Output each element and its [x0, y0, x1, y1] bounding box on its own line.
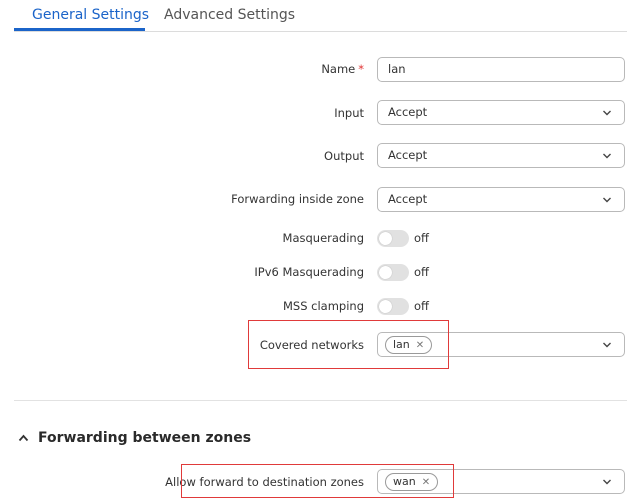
output-label: Output — [324, 149, 364, 163]
close-icon[interactable]: ✕ — [422, 477, 430, 488]
toggle-knob — [379, 300, 392, 313]
masquerading-state: off — [414, 231, 429, 245]
chip-label: wan — [393, 475, 416, 488]
input-select-value: Accept — [388, 105, 428, 119]
allow-forward-select[interactable]: wan ✕ — [377, 469, 625, 494]
name-label: Name * — [321, 62, 364, 76]
ipv6-masquerading-state: off — [414, 265, 429, 279]
section-divider — [14, 400, 627, 401]
name-input[interactable]: lan — [377, 57, 625, 82]
required-mark: * — [358, 62, 364, 76]
covered-networks-select[interactable]: lan ✕ — [377, 332, 625, 357]
name-label-text: Name — [321, 62, 356, 76]
chevron-down-icon — [603, 479, 611, 485]
toggle-knob — [379, 232, 392, 245]
toggle-knob — [379, 266, 392, 279]
tab-advanced-settings[interactable]: Advanced Settings — [164, 7, 295, 23]
masquerading-label: Masquerading — [282, 231, 364, 245]
chevron-down-icon — [603, 153, 611, 159]
input-select[interactable]: Accept — [377, 100, 625, 125]
masquerading-toggle[interactable] — [377, 230, 409, 247]
chevron-down-icon — [603, 197, 611, 203]
tab-bar: General Settings Advanced Settings — [14, 0, 627, 32]
chevron-down-icon — [603, 342, 611, 348]
forwarding-inside-zone-value: Accept — [388, 192, 428, 206]
mss-clamping-toggle[interactable] — [377, 298, 409, 315]
allow-forward-label: Allow forward to destination zones — [165, 475, 364, 489]
chevron-down-icon — [603, 110, 611, 116]
chevron-up-icon[interactable] — [18, 434, 29, 442]
output-select[interactable]: Accept — [377, 143, 625, 168]
name-input-value: lan — [388, 62, 406, 76]
network-chip: lan ✕ — [385, 336, 433, 354]
zone-chip: wan ✕ — [385, 473, 439, 491]
tab-general-settings[interactable]: General Settings — [32, 7, 149, 23]
close-icon[interactable]: ✕ — [416, 340, 424, 351]
output-select-value: Accept — [388, 148, 428, 162]
forwarding-section-title[interactable]: Forwarding between zones — [38, 430, 251, 446]
forwarding-inside-zone-select[interactable]: Accept — [377, 187, 625, 212]
covered-networks-label: Covered networks — [259, 338, 364, 352]
input-label: Input — [334, 106, 364, 120]
chip-label: lan — [393, 338, 410, 351]
ipv6-masquerading-label: IPv6 Masquerading — [254, 265, 364, 279]
ipv6-masquerading-toggle[interactable] — [377, 264, 409, 281]
mss-clamping-label: MSS clamping — [282, 299, 364, 313]
forwarding-inside-zone-label: Forwarding inside zone — [231, 192, 364, 206]
active-tab-indicator — [14, 28, 145, 31]
mss-clamping-state: off — [414, 299, 429, 313]
